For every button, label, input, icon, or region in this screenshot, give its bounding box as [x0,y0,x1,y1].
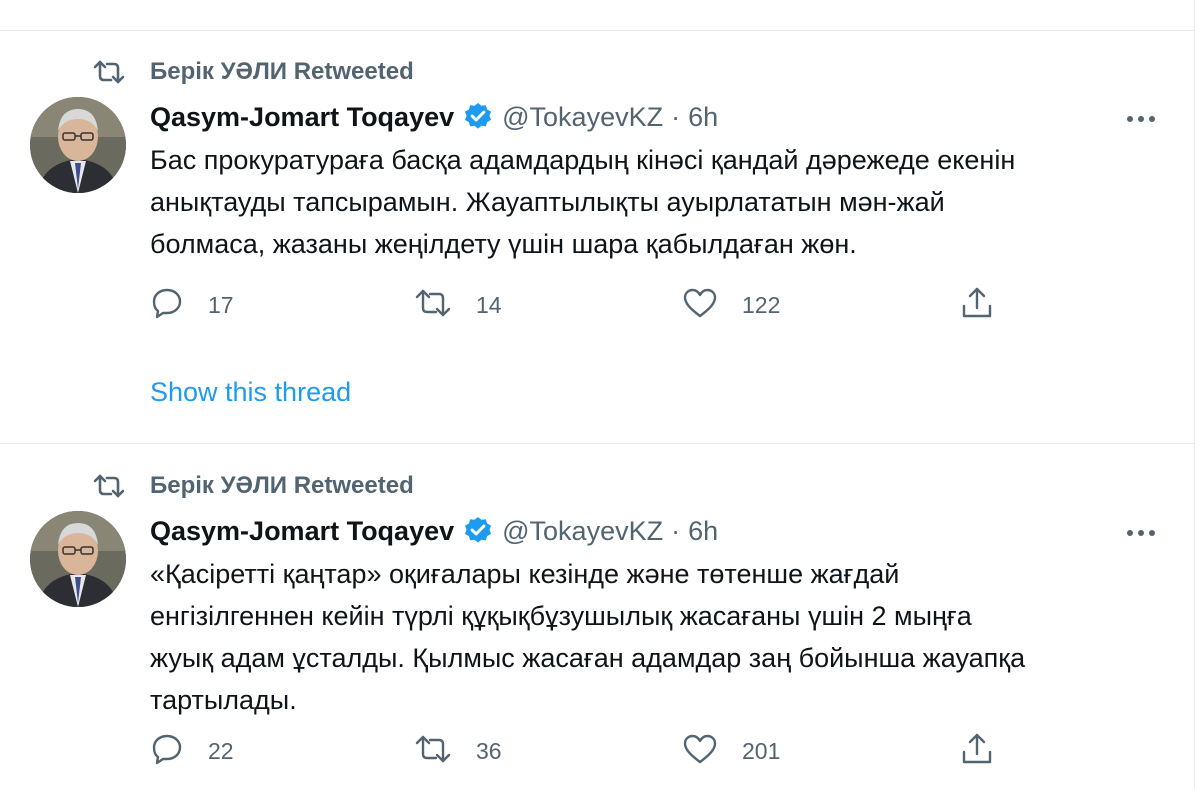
retweet-icon [414,734,452,769]
more-icon[interactable] [1125,521,1157,545]
retweet-count: 14 [476,291,502,318]
like-icon [682,287,718,324]
separator-dot: · [671,101,681,132]
tweet-text-line: енгізілгеннен кейін түрлі құқықбұзушылық… [150,601,972,631]
tweet-text-line: болмаса, жазаны жеңілдету үшін шара қабы… [150,229,857,259]
tweet-actions: 22 36 201 [150,731,1010,771]
tweet-text-line: анықтауды тапсырамын. Жауаптылықты ауырл… [150,187,945,217]
like-button[interactable]: 122 [682,285,780,325]
author-name[interactable]: Qasym-Jomart Toqayev [150,516,454,547]
like-count: 201 [742,737,781,764]
show-thread-link[interactable]: Show this thread [150,377,351,408]
like-count: 122 [742,291,781,318]
separator-dot: · [671,515,681,546]
retweet-context: Берік УӘЛИ Retweeted [92,58,414,86]
tweet-text: Бас прокуратураға басқа адамдардың кінәс… [150,139,1160,265]
tweet[interactable]: Берік УӘЛИ Retweeted Qasym-Jomart Toqaye… [0,445,1194,789]
retweeted-by-label[interactable]: Берік УӘЛИ Retweeted [150,58,414,86]
tweet-text: «Қасіретті қаңтар» оқиғалары кезінде жән… [150,553,1160,721]
timeline: Берік УӘЛИ Retweeted Qasym-Jomart Toqaye… [0,0,1195,789]
reply-icon [150,286,184,325]
more-icon[interactable] [1125,107,1157,131]
share-icon [960,732,994,771]
reply-count: 22 [208,737,234,764]
tweet-text-line: Бас прокуратураға басқа адамдардың кінәс… [150,145,1016,175]
author-name[interactable]: Qasym-Jomart Toqayev [150,102,454,133]
share-button[interactable] [960,285,994,325]
tweet-time[interactable]: 6h [688,102,718,133]
share-button[interactable] [960,731,994,771]
avatar[interactable] [30,511,126,607]
reply-icon [150,732,184,771]
tweet-text-line: тартылады. [150,685,297,715]
retweeted-by-label[interactable]: Берік УӘЛИ Retweeted [150,472,414,500]
like-icon [682,733,718,770]
tweet-text-line: «Қасіретті қаңтар» оқиғалары кезінде жән… [150,559,900,589]
author-handle[interactable]: @TokayevKZ [502,102,663,133]
retweet-button[interactable]: 36 [414,731,502,771]
avatar[interactable] [30,97,126,193]
tweet-actions: 17 14 122 [150,285,1010,325]
retweet-count: 36 [476,737,502,764]
reply-button[interactable]: 17 [150,285,234,325]
tweet[interactable]: Берік УӘЛИ Retweeted Qasym-Jomart Toqaye… [0,31,1194,443]
retweet-icon [92,59,126,85]
reply-button[interactable]: 22 [150,731,234,771]
author-handle[interactable]: @TokayevKZ [502,516,663,547]
reply-count: 17 [208,291,234,318]
tweet-header: Qasym-Jomart Toqayev @TokayevKZ · 6h [150,511,718,551]
share-icon [960,286,994,325]
like-button[interactable]: 201 [682,731,780,771]
tweet-text-line: жуық адам ұсталды. Қылмыс жасаған адамда… [150,643,1026,673]
retweet-context: Берік УӘЛИ Retweeted [92,472,414,500]
retweet-button[interactable]: 14 [414,285,502,325]
divider [0,443,1194,444]
tweet-header: Qasym-Jomart Toqayev @TokayevKZ · 6h [150,97,718,137]
retweet-icon [414,288,452,323]
tweet-time[interactable]: 6h [688,516,718,547]
verified-badge-icon [462,515,494,547]
verified-badge-icon [462,101,494,133]
retweet-icon [92,473,126,499]
